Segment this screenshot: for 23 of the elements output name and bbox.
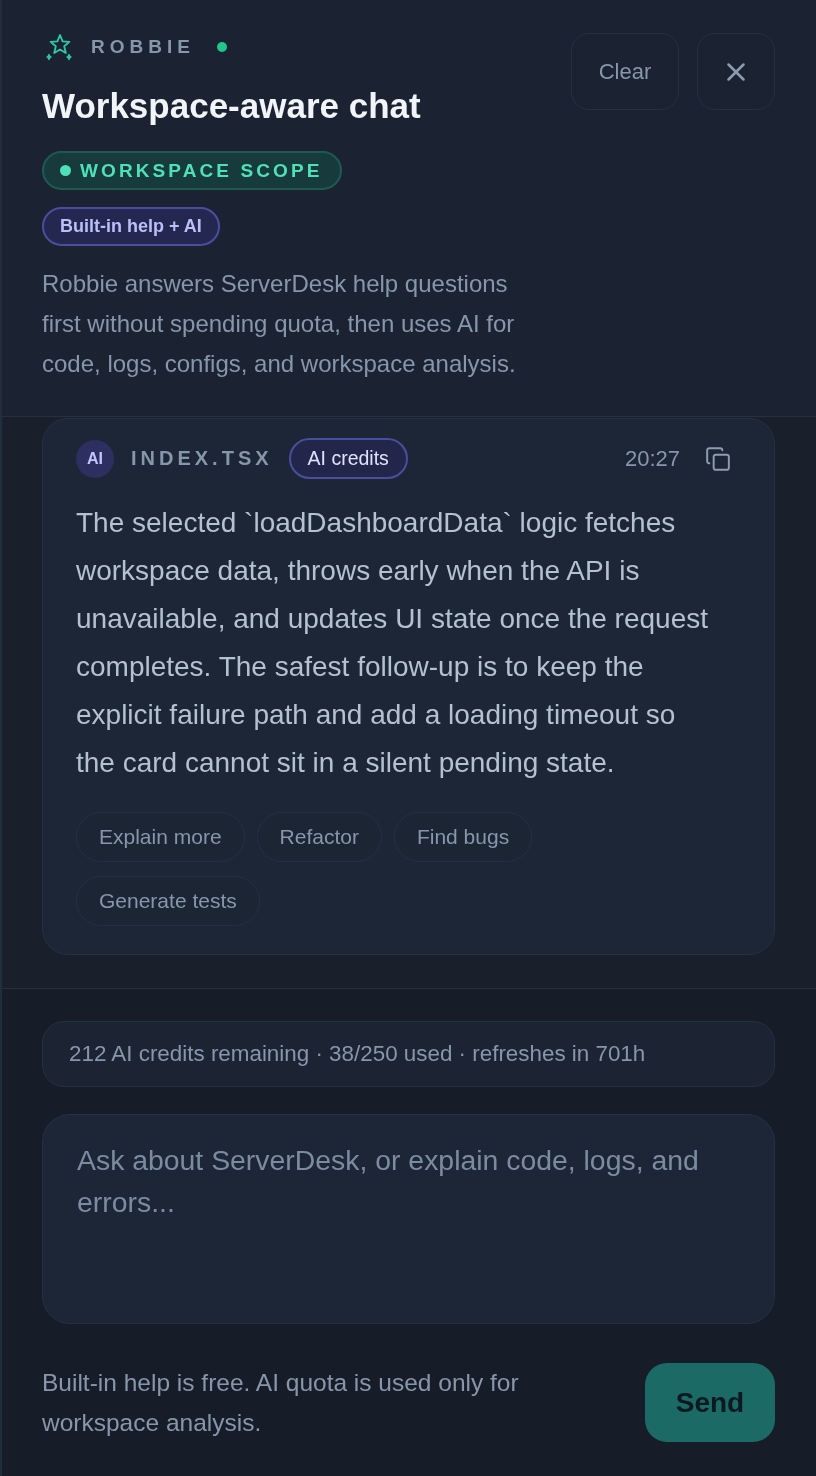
scope-label: WORKSPACE SCOPE (80, 159, 323, 182)
suggestion-chip[interactable]: Refactor (256, 812, 382, 862)
quota-bar: 212 AI credits remaining · 38/250 used · refreshes in 701h (42, 1021, 775, 1087)
assistant-name: ROBBIE (91, 36, 195, 58)
copy-icon (705, 445, 731, 472)
clear-button[interactable]: Clear (571, 33, 679, 110)
message-text: The selected `loadDashboardData` logic fetches workspace data, throws early when the API is unavailable, and updates UI state once the request completes. The safest follow-up is to keep the explicit failure path and add a loading timeout so the card cannot sit in a silent pending state. (76, 506, 709, 780)
credits-badge: AI credits (288, 438, 408, 479)
suggestion-chip[interactable]: Find bugs (393, 812, 533, 862)
sparkle-star-icon (45, 33, 73, 61)
scope-dot-icon (60, 165, 71, 176)
message-input[interactable]: Ask about ServerDesk, or explain code, logs, and errors... (42, 1114, 775, 1324)
message-time: 20:27 (624, 445, 680, 472)
ai-avatar: AI (76, 439, 114, 478)
chat-title: Workspace-aware chat (42, 86, 421, 126)
description-text: Robbie answers ServerDesk help questions first without spending quota, then uses AI for code, logs, configs, and workspace analysis. (42, 269, 517, 379)
suggestion-chip[interactable]: Explain more (76, 812, 245, 862)
suggestion-chip[interactable]: Generate tests (76, 876, 260, 926)
footer-note: Built-in help is free. AI quota is used only for workspace analysis. (42, 1368, 520, 1438)
mode-badge: Built-in help + AI (42, 207, 220, 246)
copy-button[interactable] (704, 444, 732, 473)
send-button[interactable]: Send (645, 1363, 775, 1442)
file-name: INDEX.TSX (131, 447, 273, 470)
